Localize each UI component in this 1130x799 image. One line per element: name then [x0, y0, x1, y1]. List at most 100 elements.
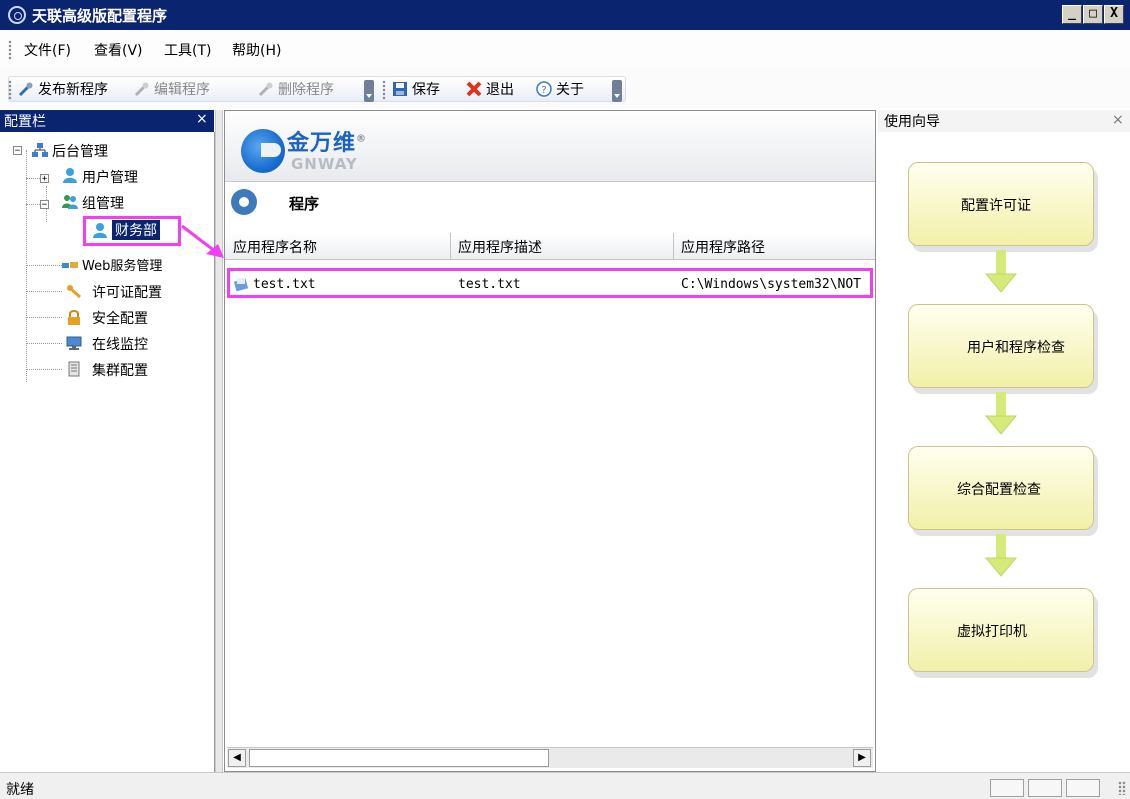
maximize-button[interactable]: □ [1083, 5, 1103, 24]
delete-icon [258, 82, 273, 97]
tree-line [26, 178, 40, 179]
scroll-right-button[interactable]: ▶ [853, 749, 871, 767]
tree-item-web-service[interactable]: Web服务管理 [82, 255, 162, 274]
menu-tools[interactable]: 工具(T) [164, 40, 211, 60]
toolbar-overflow2-button[interactable] [612, 80, 622, 102]
tree-line [26, 369, 62, 370]
edit-icon [134, 82, 149, 97]
step-label: 综合配置检查 [957, 482, 1041, 498]
menu-bar: 文件(F) 查看(V) 工具(T) 帮助(H) [0, 30, 1130, 68]
guide-step-license[interactable]: 配置许可证 [908, 162, 1094, 246]
menu-view[interactable]: 查看(V) [94, 40, 143, 60]
menu-grip-icon [8, 40, 12, 60]
title-bar: 天联高级版配置程序 _ □ X [0, 0, 1130, 30]
publish-button[interactable]: 发布新程序 [18, 79, 108, 99]
main-panel: 金万维® GNWAY 程序 应用程序名称 应用程序描述 应用程序路径 test.… [224, 110, 876, 772]
panel-splitter[interactable] [215, 110, 223, 772]
tree-item-monitor[interactable]: 在线监控 [92, 334, 148, 354]
annotation-arrow-icon [181, 224, 224, 258]
guide-step-check-users[interactable]: 用户和程序检查 [908, 304, 1094, 388]
user-icon [63, 168, 77, 183]
config-panel-title: 配置栏 [4, 114, 46, 130]
tree-line [26, 204, 40, 205]
step-label: 配置许可证 [961, 198, 1031, 214]
column-divider[interactable] [450, 233, 451, 259]
guide-flow: 配置许可证 用户和程序检查 综合配置检查 虚拟打印机 [878, 132, 1130, 772]
list-header: 应用程序名称 应用程序描述 应用程序路径 [225, 233, 875, 260]
tree-item-users[interactable]: 用户管理 [82, 167, 138, 187]
tree-line [26, 343, 62, 344]
cell-app-path: C:\Windows\system32\NOT [681, 277, 862, 292]
tree-item-groups[interactable]: 组管理 [82, 193, 124, 213]
tree-item-backend[interactable]: 后台管理 [52, 141, 108, 161]
wrench-icon [18, 82, 33, 97]
guide-step-config-check[interactable]: 综合配置检查 [908, 446, 1094, 530]
toolbar-grip2-icon [382, 80, 386, 100]
step-label: 虚拟打印机 [957, 624, 1027, 640]
column-divider[interactable] [673, 233, 674, 259]
save-label: 保存 [412, 82, 440, 98]
status-bar: 就绪 [0, 772, 1130, 799]
table-row[interactable]: test.txt test.txt C:\Windows\system32\NO… [231, 273, 871, 295]
logo-text-en: GNWAY [291, 155, 358, 173]
horizontal-scrollbar[interactable]: ◀ ▶ [227, 747, 873, 768]
guide-panel-close-icon[interactable]: × [1112, 112, 1124, 128]
tree-line [26, 317, 62, 318]
scroll-thumb[interactable] [249, 749, 549, 767]
status-panel [1066, 779, 1100, 797]
group-icon [62, 195, 78, 209]
key-icon [67, 285, 81, 299]
tree-collapse-toggle[interactable]: − [13, 146, 22, 156]
guide-panel-title: 使用向导 [884, 114, 940, 130]
save-button[interactable]: 保存 [392, 79, 440, 99]
tree-line [26, 265, 62, 266]
delete-label: 删除程序 [278, 82, 334, 98]
menu-file[interactable]: 文件(F) [24, 40, 71, 60]
tree-item-license[interactable]: 许可证配置 [92, 282, 162, 302]
flow-arrow-icon [984, 392, 1018, 435]
gnway-logo-icon [241, 129, 285, 173]
window-title: 天联高级版配置程序 [32, 7, 168, 25]
config-panel-header: 配置栏 × [0, 110, 214, 132]
status-panel [1028, 779, 1062, 797]
tree-collapse-toggle[interactable]: − [40, 200, 49, 210]
close-button[interactable]: X [1104, 5, 1124, 24]
guide-step-virtual-printer[interactable]: 虚拟打印机 [908, 588, 1094, 672]
column-app-name[interactable]: 应用程序名称 [233, 237, 317, 257]
tree-item-finance[interactable]: 财务部 [112, 220, 160, 240]
minimize-button[interactable]: _ [1062, 5, 1082, 24]
column-app-path[interactable]: 应用程序路径 [681, 237, 765, 257]
toolbar-grip-icon [8, 80, 12, 100]
handshake-icon [62, 262, 78, 268]
column-app-desc[interactable]: 应用程序描述 [458, 237, 542, 257]
help-icon: ? [536, 81, 552, 97]
about-button[interactable]: ? 关于 [536, 79, 584, 99]
monitor-icon [66, 336, 82, 350]
logo-banner: 金万维® GNWAY [225, 111, 875, 182]
app-icon [8, 6, 26, 24]
gear-icon [231, 189, 257, 215]
file-icon [233, 278, 249, 292]
svg-text:?: ? [541, 85, 546, 96]
tree-item-cluster[interactable]: 集群配置 [92, 360, 148, 380]
scroll-left-button[interactable]: ◀ [228, 749, 246, 767]
config-panel-close-icon[interactable]: × [196, 111, 208, 127]
exit-button[interactable]: 退出 [466, 79, 514, 99]
resize-grip-icon[interactable] [1118, 781, 1126, 795]
user-icon [93, 223, 107, 238]
toolbar-overflow-button[interactable] [364, 80, 374, 102]
cell-app-desc: test.txt [458, 277, 521, 292]
flow-arrow-icon [984, 250, 1018, 293]
tree-item-security[interactable]: 安全配置 [92, 308, 148, 328]
edit-button[interactable]: 编辑程序 [134, 79, 210, 99]
lock-icon [68, 310, 80, 325]
tree-expand-toggle[interactable]: + [40, 174, 49, 184]
save-icon [393, 82, 407, 96]
guide-panel-header: 使用向导 × [878, 110, 1130, 132]
exit-label: 退出 [486, 82, 514, 98]
menu-help[interactable]: 帮助(H) [232, 40, 281, 60]
toolbar: 发布新程序 编辑程序 删除程序 保存 退出 ? 关于 [0, 68, 1130, 108]
cell-app-name: test.txt [253, 277, 316, 292]
tree-line [26, 150, 27, 382]
delete-button[interactable]: 删除程序 [258, 79, 334, 99]
